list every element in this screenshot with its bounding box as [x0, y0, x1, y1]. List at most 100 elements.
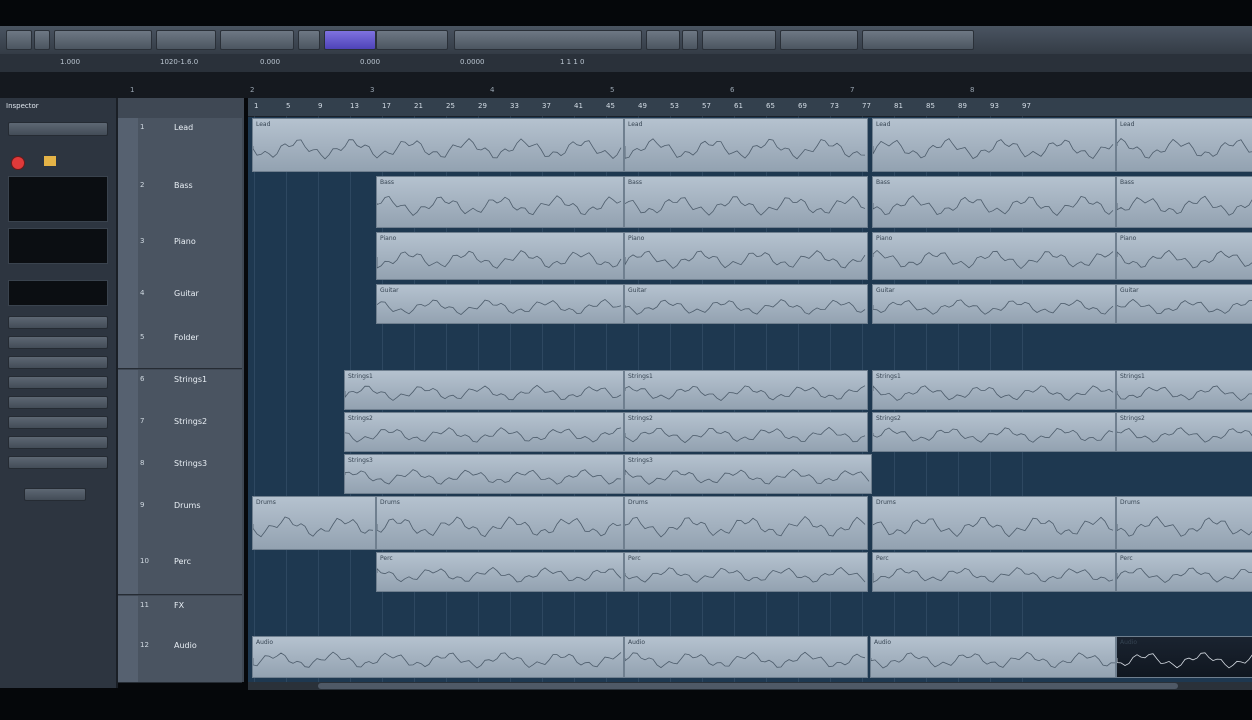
toolbar-button[interactable]	[862, 30, 974, 50]
midi-part[interactable]: Strings2	[872, 412, 1116, 452]
inspector-section-quick-controls[interactable]	[8, 416, 108, 429]
track-name[interactable]: Audio	[174, 641, 197, 650]
toolbar-button[interactable]	[702, 30, 776, 50]
track-header[interactable]: 2 Bass	[118, 176, 242, 233]
track-name[interactable]: Perc	[174, 557, 191, 566]
track-name[interactable]: Strings3	[174, 459, 207, 468]
toolbar-button[interactable]	[376, 30, 448, 50]
midi-part[interactable]: Audio	[1116, 636, 1252, 678]
toolbar-button-selected[interactable]	[324, 30, 376, 50]
midi-part[interactable]: Lead	[252, 118, 624, 172]
track-name[interactable]: Strings1	[174, 375, 207, 384]
midi-part[interactable]: Drums	[624, 496, 868, 550]
track-header[interactable]: 6 Strings1	[118, 370, 242, 413]
track-header[interactable]: 3 Piano	[118, 232, 242, 285]
midi-part[interactable]: Lead	[1116, 118, 1252, 172]
midi-part[interactable]: Lead	[624, 118, 868, 172]
track-name[interactable]: Piano	[174, 237, 196, 246]
info-value[interactable]: 1020-1.6.0	[160, 58, 198, 66]
arrange-window[interactable]: 1 5 9 13 17 21 25 29 33 37 41 45 49 53 57 61 65 69 73 77 81 8…	[248, 98, 1252, 688]
track-name[interactable]: Lead	[174, 123, 193, 132]
track-header[interactable]: 1 Lead	[118, 118, 242, 177]
inspector-bottom-button[interactable]	[24, 488, 86, 501]
track-header[interactable]: 8 Strings3	[118, 454, 242, 497]
inspector-track-name[interactable]	[8, 122, 108, 136]
timeline-ruler[interactable]: 1 5 9 13 17 21 25 29 33 37 41 45 49 53 57 61 65 69 73 77 81 8…	[248, 98, 1252, 117]
inspector-section-notepad[interactable]	[8, 396, 108, 409]
midi-part[interactable]: Perc	[376, 552, 624, 592]
midi-part[interactable]: Guitar	[624, 284, 868, 324]
project-overview[interactable]: 1 2 3 4 5 6 7 8	[0, 72, 1252, 98]
midi-part[interactable]: Drums	[252, 496, 376, 550]
midi-part[interactable]: Bass	[624, 176, 868, 228]
midi-part[interactable]: Strings3	[624, 454, 872, 494]
midi-part[interactable]: Piano	[624, 232, 868, 280]
midi-part[interactable]: Strings2	[344, 412, 624, 452]
track-name[interactable]: FX	[174, 601, 184, 610]
midi-part[interactable]: Strings1	[344, 370, 624, 410]
info-value[interactable]: 0.000	[360, 58, 380, 66]
toolbar-button[interactable]	[682, 30, 698, 50]
midi-part[interactable]: Strings1	[872, 370, 1116, 410]
midi-channel-display[interactable]	[8, 228, 108, 264]
inspector-section-eq[interactable]	[8, 336, 108, 349]
info-value[interactable]: 1 1 1 0	[560, 58, 585, 66]
midi-part[interactable]: Piano	[872, 232, 1116, 280]
midi-part[interactable]: Strings1	[624, 370, 868, 410]
midi-part[interactable]: Strings2	[624, 412, 868, 452]
midi-part[interactable]: Piano	[376, 232, 624, 280]
track-header[interactable]: 11 FX	[118, 596, 242, 639]
midi-part[interactable]: Bass	[872, 176, 1116, 228]
volume-pan-display[interactable]	[8, 176, 108, 222]
midi-part[interactable]: Bass	[1116, 176, 1252, 228]
midi-part[interactable]: Drums	[376, 496, 624, 550]
midi-part[interactable]: Guitar	[376, 284, 624, 324]
monitor-icon[interactable]	[44, 156, 56, 166]
track-header[interactable]: 4 Guitar	[118, 284, 242, 329]
toolbar-button[interactable]	[54, 30, 152, 50]
toolbar-button[interactable]	[220, 30, 294, 50]
midi-part[interactable]: Perc	[872, 552, 1116, 592]
track-header[interactable]: 5 Folder	[118, 328, 242, 369]
track-header[interactable]: 7 Strings2	[118, 412, 242, 455]
toolbar-button[interactable]	[6, 30, 32, 50]
track-header[interactable]: 12 Audio	[118, 636, 242, 683]
toolbar-button[interactable]	[646, 30, 680, 50]
track-header[interactable]: 10 Perc	[118, 552, 242, 595]
midi-part[interactable]: Perc	[1116, 552, 1252, 592]
toolbar-button[interactable]	[156, 30, 216, 50]
info-value[interactable]: 0.000	[260, 58, 280, 66]
inspector-section-fader[interactable]	[8, 376, 108, 389]
midi-part[interactable]: Guitar	[1116, 284, 1252, 324]
track-name[interactable]: Bass	[174, 181, 193, 190]
toolbar-button[interactable]	[298, 30, 320, 50]
track-name[interactable]: Drums	[174, 501, 200, 510]
info-value[interactable]: 1.000	[60, 58, 80, 66]
horizontal-scrollbar[interactable]	[248, 682, 1252, 690]
program-display[interactable]	[8, 280, 108, 306]
midi-part[interactable]: Strings2	[1116, 412, 1252, 452]
midi-part[interactable]: Drums	[872, 496, 1116, 550]
inspector-section-insert[interactable]	[8, 316, 108, 329]
record-icon[interactable]	[11, 156, 25, 170]
midi-part[interactable]: Lead	[872, 118, 1116, 172]
midi-part[interactable]: Perc	[624, 552, 868, 592]
midi-part[interactable]: Guitar	[872, 284, 1116, 324]
inspector-section-devices[interactable]	[8, 456, 108, 469]
track-header[interactable]: 9 Drums	[118, 496, 242, 553]
inspector-section-sends[interactable]	[8, 356, 108, 369]
midi-part[interactable]: Audio	[252, 636, 624, 678]
midi-part[interactable]: Strings3	[344, 454, 624, 494]
toolbar-button[interactable]	[34, 30, 50, 50]
scrollbar-thumb[interactable]	[318, 683, 1178, 689]
track-name[interactable]: Folder	[174, 333, 199, 342]
track-name[interactable]: Strings2	[174, 417, 207, 426]
midi-part[interactable]: Audio	[870, 636, 1116, 678]
info-value[interactable]: 0.0000	[460, 58, 485, 66]
midi-part[interactable]: Drums	[1116, 496, 1252, 550]
midi-part[interactable]: Audio	[624, 636, 868, 678]
inspector-section-expression[interactable]	[8, 436, 108, 449]
toolbar-tools[interactable]	[454, 30, 642, 50]
track-name[interactable]: Guitar	[174, 289, 199, 298]
midi-part[interactable]: Strings1	[1116, 370, 1252, 410]
